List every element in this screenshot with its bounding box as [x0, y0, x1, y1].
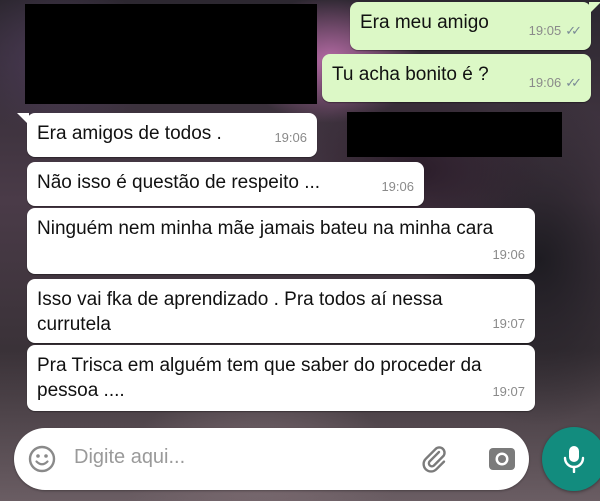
message-time: 19:06 — [274, 130, 307, 145]
message-input[interactable]: Digite aqui... — [74, 446, 185, 469]
message-bubble-outgoing[interactable]: Tu acha bonito é ? 19:06 ✓✓ — [322, 54, 591, 102]
message-bubble-incoming[interactable]: Não isso é questão de respeito ... 19:06 — [27, 162, 424, 206]
message-bubble-outgoing[interactable]: Era meu amigo 19:05 ✓✓ — [350, 2, 600, 50]
message-meta: 19:06 — [274, 125, 307, 150]
read-double-check-icon: ✓✓ — [565, 75, 582, 90]
message-bubble-incoming[interactable]: Isso vai fka de aprendizado . Pra todos … — [27, 279, 535, 343]
message-composer[interactable]: Digite aqui... — [14, 428, 529, 490]
message-text: Não isso é questão de respeito ... — [37, 172, 321, 193]
message-text: Ninguém nem minha mãe jamais bateu na mi… — [37, 218, 494, 239]
message-time: 19:06 — [492, 247, 525, 262]
redacted-block — [25, 4, 317, 104]
message-bubble-incoming[interactable]: Ninguém nem minha mãe jamais bateu na mi… — [27, 208, 535, 274]
redacted-block — [347, 112, 562, 157]
camera-icon[interactable] — [486, 443, 518, 475]
message-meta: 19:06 — [492, 242, 525, 267]
microphone-button[interactable] — [542, 427, 600, 491]
microphone-icon — [563, 446, 585, 473]
emoji-icon[interactable] — [28, 445, 56, 473]
message-bubble-incoming[interactable]: Pra Trisca em alguém tem que saber do pr… — [27, 345, 535, 411]
message-bubble-incoming[interactable]: Era amigos de todos . 19:06 — [17, 113, 317, 157]
read-double-check-icon: ✓✓ — [565, 23, 582, 38]
message-text: Era amigos de todos . — [37, 123, 222, 144]
message-time: 19:06 — [528, 75, 562, 90]
message-meta: 19:06 — [381, 174, 414, 199]
message-meta: 19:06 ✓✓ — [528, 70, 582, 95]
message-time: 19:05 — [528, 23, 562, 38]
message-text: Pra Trisca em alguém tem que saber do pr… — [37, 355, 482, 401]
message-meta: 19:07 — [492, 311, 525, 336]
message-time: 19:07 — [492, 384, 525, 399]
message-meta: 19:07 — [492, 379, 525, 404]
paperclip-icon[interactable] — [418, 443, 450, 475]
message-time: 19:07 — [492, 316, 525, 331]
message-time: 19:06 — [381, 179, 414, 194]
message-text: Isso vai fka de aprendizado . Pra todos … — [37, 289, 443, 335]
message-meta: 19:05 ✓✓ — [528, 18, 582, 43]
